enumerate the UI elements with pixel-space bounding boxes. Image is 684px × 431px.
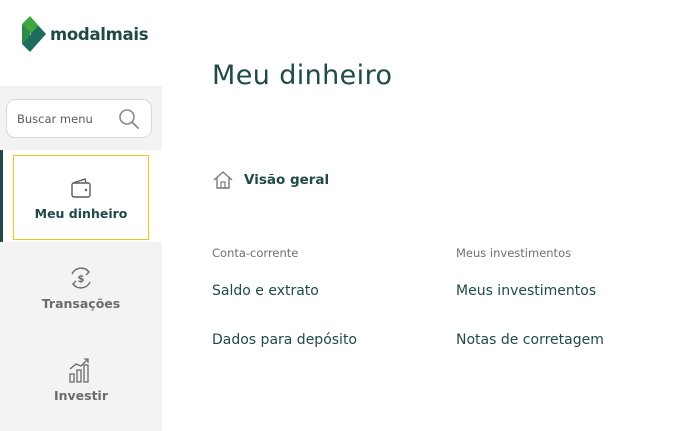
search-box	[6, 99, 152, 138]
nav-active-indicator	[0, 150, 3, 242]
link-dados-para-deposito[interactable]: Dados para depósito	[212, 332, 357, 348]
overview-label: Visão geral	[244, 172, 330, 188]
growth-chart-icon	[67, 357, 95, 383]
search-input[interactable]	[17, 111, 115, 126]
overview-link[interactable]: Visão geral	[212, 170, 329, 190]
link-notas-de-corretagem[interactable]: Notas de corretagem	[456, 332, 604, 348]
modalmais-logo-icon	[22, 16, 46, 52]
link-meus-investimentos[interactable]: Meus investimentos	[456, 283, 596, 299]
nav-label: Investir	[53, 387, 109, 403]
section-heading-conta-corrente: Conta-corrente	[212, 246, 299, 260]
sidebar: modalmais Meu dinheiro $	[0, 0, 162, 431]
main-content: Meu dinheiro Visão geral Conta-corrente …	[162, 0, 684, 431]
nav-label: Transações	[41, 295, 121, 311]
section-heading-meus-investimentos: Meus investimentos	[456, 246, 572, 260]
nav-item-investir[interactable]: Investir	[13, 337, 149, 422]
money-transfer-icon: $	[67, 265, 95, 291]
nav-item-transacoes[interactable]: $ Transações	[13, 245, 149, 330]
wallet-icon	[69, 175, 93, 201]
search-icon[interactable]	[118, 108, 140, 130]
brand-name: modalmais	[50, 24, 149, 44]
nav-item-meu-dinheiro[interactable]: Meu dinheiro	[13, 155, 149, 240]
page-title: Meu dinheiro	[212, 60, 393, 91]
brand-logo[interactable]: modalmais	[21, 14, 149, 54]
logo-area: modalmais	[0, 0, 162, 86]
home-icon	[213, 171, 233, 189]
link-saldo-e-extrato[interactable]: Saldo e extrato	[212, 283, 319, 299]
nav-label: Meu dinheiro	[34, 205, 128, 221]
svg-text:$: $	[78, 274, 85, 285]
